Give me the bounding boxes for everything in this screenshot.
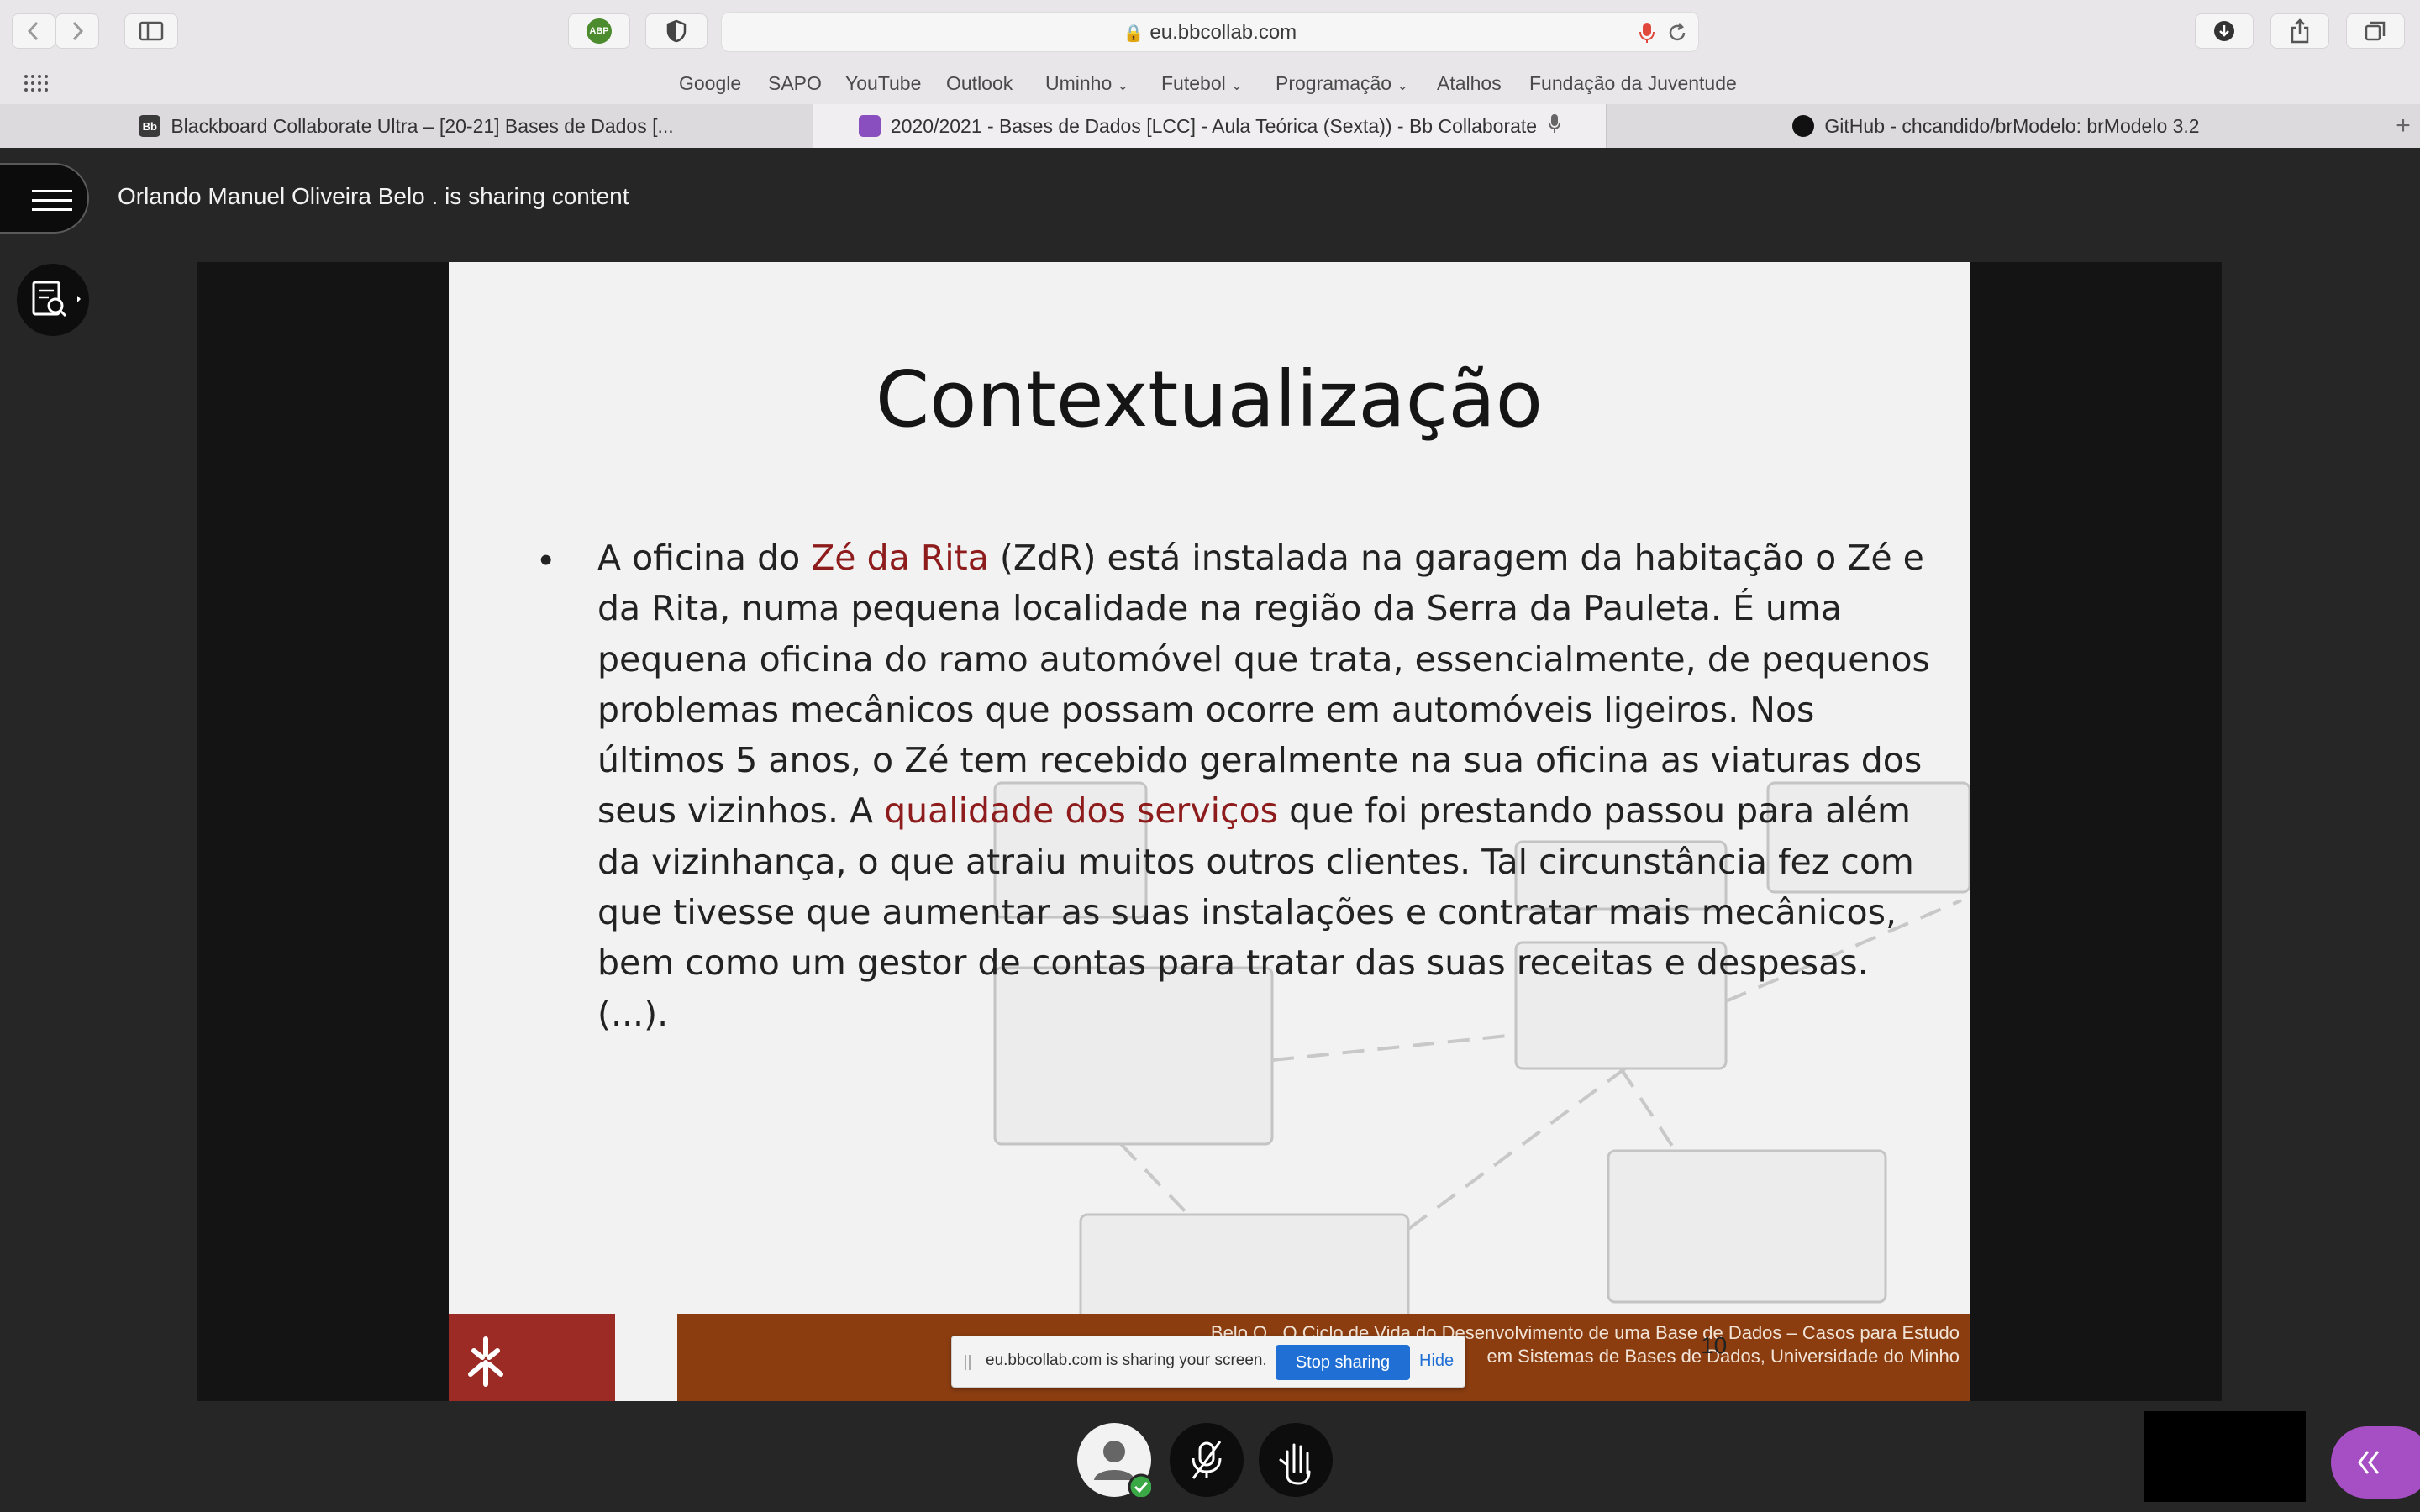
open-collaborate-panel-button[interactable]	[2331, 1426, 2420, 1499]
download-icon	[2214, 21, 2234, 41]
downloads-button[interactable]	[2195, 13, 2254, 49]
hand-icon	[1279, 1443, 1311, 1485]
slide-title: Contextualização	[875, 354, 1544, 444]
lock-icon: 🔒	[1123, 24, 1144, 43]
shield-icon	[666, 19, 687, 43]
bookmark-label: Uminho	[1045, 72, 1113, 94]
github-icon	[1792, 115, 1815, 137]
chevron-left-icon	[27, 21, 39, 41]
adblock-icon: ABP	[587, 18, 612, 44]
double-chevron-left-icon	[2358, 1451, 2380, 1474]
bookmark-google[interactable]: Google	[679, 72, 741, 95]
bookmark-outlook[interactable]: Outlook	[946, 72, 1013, 95]
grid-icon[interactable]	[24, 74, 49, 97]
my-status-button[interactable]	[1077, 1423, 1155, 1500]
bookmark-label: Programação	[1276, 72, 1392, 94]
tab-label: GitHub - chcandido/brModelo: brModelo 3.…	[1824, 114, 2200, 137]
bookmark-folder-uminho[interactable]: Uminho ⌄	[1045, 72, 1128, 95]
tab-overview-button[interactable]	[2346, 13, 2405, 49]
document-search-icon	[32, 281, 81, 318]
sharing-status-title: Orlando Manuel Oliveira Belo . is sharin…	[118, 183, 629, 209]
microphone-icon[interactable]	[1639, 22, 1655, 48]
chevron-down-icon: ⌄	[1231, 79, 1243, 93]
collaborate-icon	[858, 115, 881, 137]
adblock-button[interactable]: ABP	[568, 13, 630, 49]
microphone-toggle-button[interactable]	[1170, 1423, 1244, 1497]
drag-handle-icon[interactable]	[964, 1353, 972, 1372]
chevron-down-icon: ⌄	[1117, 79, 1129, 93]
slide-page-number: 10	[1701, 1332, 1728, 1358]
privacy-report-button[interactable]	[645, 13, 708, 49]
chevron-right-icon	[72, 21, 84, 41]
forward-button[interactable]	[55, 13, 99, 49]
tab-collaborate[interactable]: 2020/2021 - Bases de Dados [LCC] - Aula …	[813, 104, 1607, 148]
bookmark-youtube[interactable]: YouTube	[845, 72, 921, 95]
highlighted-text: qualidade dos serviços	[884, 790, 1279, 832]
highlighted-text: Zé da Rita	[811, 538, 989, 578]
university-logo-block	[449, 1314, 615, 1401]
tab-github[interactable]: GitHub - chcandido/brModelo: brModelo 3.…	[1607, 104, 2386, 148]
tabs-icon	[2365, 21, 2386, 41]
bookmark-folder-programacao[interactable]: Programação ⌄	[1276, 72, 1408, 95]
browser-toolbar: ABP 🔒 eu.bbcollab.com	[0, 0, 2420, 62]
sidebar-toggle-button[interactable]	[124, 13, 178, 49]
back-button[interactable]	[12, 13, 55, 49]
slide-body-text: A oficina do Zé da Rita (ZdR) está insta…	[597, 533, 1933, 1039]
tab-label: Blackboard Collaborate Ultra – [20-21] B…	[171, 114, 674, 137]
presentation-slide: Contextualização • A oficina do Zé da Ri…	[449, 262, 1970, 1401]
bullet-marker: •	[539, 539, 553, 580]
microphone-muted-icon	[1192, 1441, 1222, 1479]
text-run: (ZdR) está instalada na garagem da habit…	[597, 538, 1930, 832]
screen-share-notification: eu.bbcollab.com is sharing your screen. …	[951, 1336, 1465, 1388]
bookmark-label: Futebol	[1161, 72, 1226, 94]
bookmarks-bar: Google SAPO YouTube Outlook Uminho ⌄ Fut…	[0, 62, 2420, 105]
hamburger-icon-line	[32, 199, 72, 202]
shared-content-stage: Contextualização • A oficina do Zé da Ri…	[197, 262, 2222, 1401]
share-notice-message: eu.bbcollab.com is sharing your screen.	[986, 1352, 1267, 1369]
share-button[interactable]	[2270, 13, 2329, 49]
sidebar-icon	[139, 21, 164, 41]
new-tab-button[interactable]: +	[2386, 104, 2420, 148]
chevron-down-icon: ⌄	[1397, 79, 1408, 93]
url-text: eu.bbcollab.com	[1150, 21, 1297, 44]
reload-icon[interactable]	[1666, 22, 1688, 48]
hide-notice-button[interactable]: Hide	[1419, 1352, 1454, 1371]
bookmark-folder-futebol[interactable]: Futebol ⌄	[1161, 72, 1243, 95]
url-display: 🔒 eu.bbcollab.com	[722, 21, 1698, 45]
bookmark-sapo[interactable]: SAPO	[768, 72, 822, 95]
tab-blackboard[interactable]: Bb Blackboard Collaborate Ultra – [20-21…	[0, 104, 813, 148]
session-menu-button[interactable]	[0, 163, 89, 234]
tab-bar: Bb Blackboard Collaborate Ultra – [20-21…	[0, 104, 2420, 149]
raise-hand-button[interactable]	[1259, 1423, 1333, 1497]
bookmark-atalhos[interactable]: Atalhos	[1437, 72, 1502, 95]
hamburger-icon	[32, 190, 72, 192]
stop-sharing-button[interactable]: Stop sharing	[1276, 1345, 1410, 1380]
share-icon	[2291, 18, 2309, 44]
blackboard-icon: Bb	[139, 115, 161, 137]
microphone-icon	[1549, 113, 1561, 139]
avatar-icon	[1094, 1441, 1155, 1500]
uminho-logo-icon	[468, 1336, 503, 1387]
content-zoom-button[interactable]	[17, 264, 89, 336]
text-run: A oficina do	[597, 538, 812, 578]
bookmark-fundacao-juventude[interactable]: Fundação da Juventude	[1529, 72, 1737, 95]
collaborate-session: Orlando Manuel Oliveira Belo . is sharin…	[0, 148, 2420, 1512]
address-bar[interactable]: 🔒 eu.bbcollab.com	[721, 12, 1699, 52]
tab-label: 2020/2021 - Bases de Dados [LCC] - Aula …	[890, 114, 1538, 137]
hamburger-icon-line	[32, 208, 72, 211]
video-preview[interactable]	[2144, 1411, 2306, 1502]
